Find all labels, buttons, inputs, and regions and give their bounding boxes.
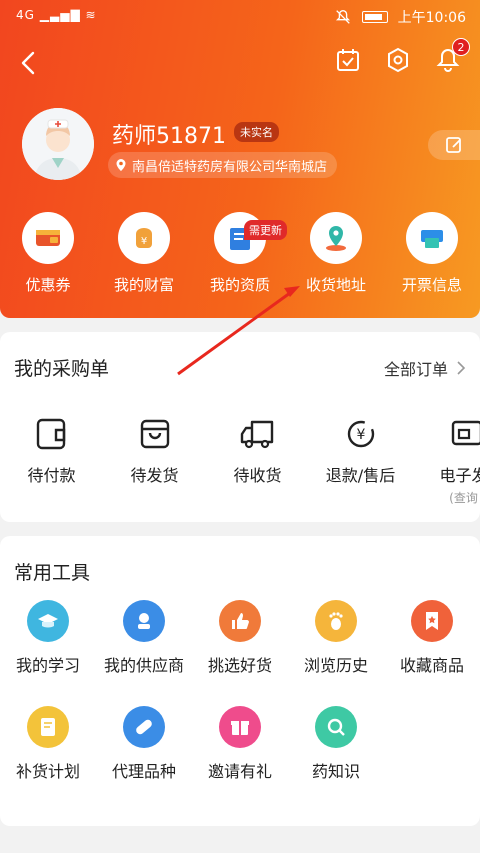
tool-history[interactable]: 浏览历史 [288,600,384,676]
shop-name: 南昌倍适特药房有限公司华南城店 [132,159,328,175]
avatar[interactable] [22,108,94,180]
coupon-icon [36,230,60,246]
order-label: 电子发 [439,466,480,485]
quick-coupon[interactable]: 优惠券 [0,212,96,295]
wallet-outline-icon [36,418,65,450]
status-bar: 4G ▁▃▅▇ ≋ 上午10:06 [0,0,480,34]
tool-pick-goods[interactable]: 挑选好货 [192,600,288,676]
network-type: 4G [16,8,35,22]
shop-location[interactable]: 南昌倍适特药房有限公司华南城店 [108,152,338,178]
tool-label: 我的供应商 [103,656,184,675]
quick-address[interactable]: 收货地址 [288,212,384,295]
battery-icon [361,11,388,23]
order-pending-shipment[interactable]: 待发货 [103,416,206,506]
quick-qualification[interactable]: 需更新 我的资质 [192,212,288,295]
tool-label: 补货计划 [15,762,80,781]
doctor-avatar-icon [22,108,94,180]
tool-drug-knowledge[interactable]: 药知识 [288,706,384,782]
edit-profile-button[interactable] [428,130,480,160]
quick-label: 优惠券 [25,276,71,294]
tool-label: 收藏商品 [399,656,464,675]
verification-badge[interactable]: 未实名 [234,122,279,142]
package-icon [140,419,169,449]
user-name[interactable]: 药师51871 [112,118,226,150]
tool-label: 代理品种 [111,762,176,781]
pill-icon [136,719,152,735]
order-status-row: 待付款 待发货 待收货 ¥ 退款/售后 电子发 (查询 [0,416,480,506]
truck-icon [240,420,273,449]
order-label: 待付款 [27,466,76,485]
tools-row-2: 补货计划 代理品种 邀请有礼 药知识 [0,706,480,782]
tool-favorites[interactable]: 收藏商品 [384,600,480,676]
tool-learning[interactable]: 我的学习 [0,600,96,676]
mute-icon [335,10,350,24]
tool-restock-plan[interactable]: 补货计划 [0,706,96,782]
bookmark-icon [426,612,438,630]
quick-label: 我的资质 [209,276,270,294]
location-pin-icon [116,159,126,171]
tool-label: 邀请有礼 [207,762,272,781]
settings-icon[interactable] [384,46,412,74]
quick-label: 开票信息 [401,276,462,294]
back-icon[interactable] [14,48,44,78]
calendar-check-icon[interactable] [334,46,362,74]
search-knowledge-icon [327,718,345,736]
notification-button[interactable]: 2 [434,38,470,74]
orders-title: 我的采购单 [14,358,110,380]
tool-label: 挑选好货 [207,656,272,675]
all-orders-label: 全部订单 [383,360,448,379]
order-sub-label: (查询 [449,491,478,505]
clock: 上午10:06 [397,10,466,26]
quick-label: 收货地址 [305,276,366,294]
edit-icon [446,137,461,153]
order-pending-payment[interactable]: 待付款 [0,416,103,506]
order-label: 退款/售后 [325,466,396,485]
notification-badge: 2 [452,38,470,56]
supplier-icon [138,613,150,629]
plan-icon [41,718,55,736]
gift-icon [231,721,249,735]
quick-invoice[interactable]: 开票信息 [384,212,480,295]
tool-invite[interactable]: 邀请有礼 [192,706,288,782]
quick-label: 我的财富 [113,276,174,294]
tool-label: 我的学习 [15,656,80,675]
svg-text:¥: ¥ [356,427,365,443]
all-orders-link[interactable]: 全部订单 [384,356,466,380]
invoice-icon [421,230,443,248]
order-pending-receipt[interactable]: 待收货 [206,416,309,506]
tool-label: 浏览历史 [303,656,368,675]
order-label: 待收货 [233,466,282,485]
tool-agency-products[interactable]: 代理品种 [96,706,192,782]
location-icon [326,226,346,251]
header-actions: 2 [334,38,470,74]
order-label: 待发货 [130,466,179,485]
update-needed-badge: 需更新 [244,220,287,240]
graduation-icon [38,614,58,628]
common-tools-card: 常用工具 我的学习 我的供应商 挑选好货 浏览历史 收藏商品 补货计划 代理品种… [0,536,480,826]
order-e-invoice[interactable]: 电子发 (查询 [412,416,480,506]
order-refund[interactable]: ¥ 退款/售后 [309,416,412,506]
refund-icon: ¥ [347,420,374,448]
tools-row-1: 我的学习 我的供应商 挑选好货 浏览历史 收藏商品 [0,600,480,676]
wallet-icon: ¥ [136,228,152,248]
footprint-icon [329,612,343,630]
purchase-orders-card: 我的采购单 全部订单 待付款 待发货 待收货 ¥ 退款/售后 电子发 (查询 [0,332,480,522]
tools-title: 常用工具 [14,562,91,584]
tool-supplier[interactable]: 我的供应商 [96,600,192,676]
thumbs-up-icon [232,613,249,629]
svg-text:¥: ¥ [141,236,147,247]
signal-icon: 4G ▁▃▅▇ ≋ [16,8,97,22]
e-invoice-icon [451,420,480,446]
tool-label: 药知识 [311,762,360,781]
quick-wealth[interactable]: ¥ 我的财富 [96,212,192,295]
quick-actions: 优惠券 ¥ 我的财富 需更新 我的资质 收货地址 开票信息 [0,212,480,295]
chevron-right-icon [457,361,466,375]
